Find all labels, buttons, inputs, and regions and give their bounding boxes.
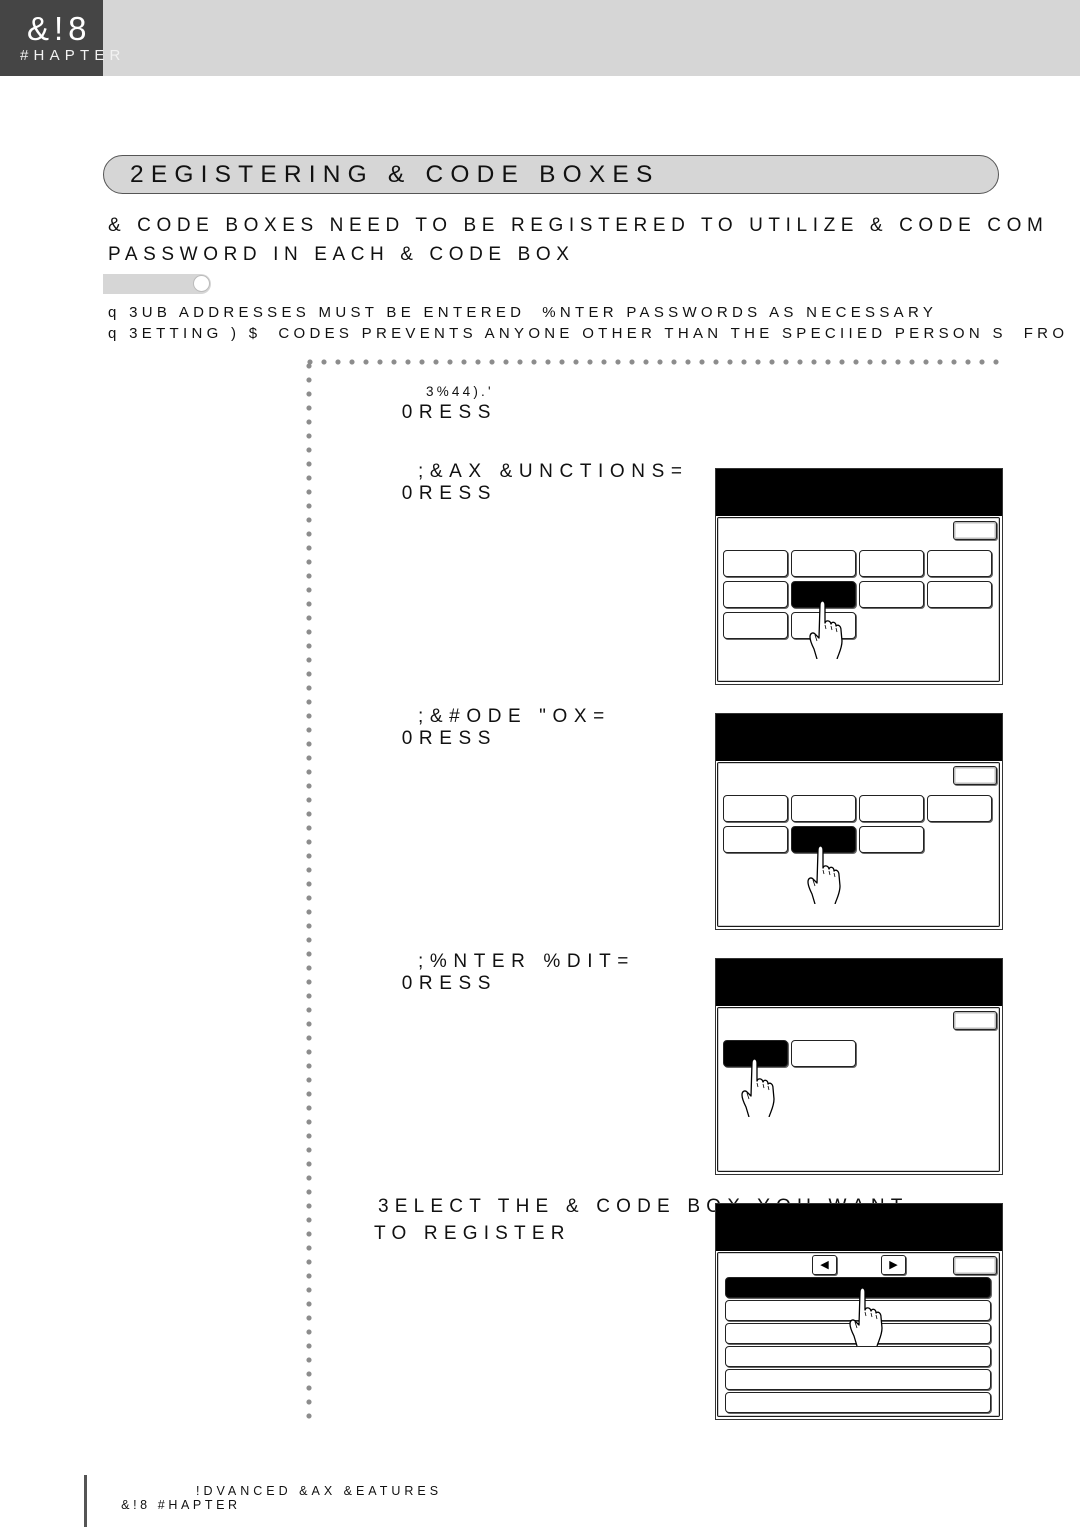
footer-text: &!8 #HAPTER !DVANCED &AX &EATURES — [107, 1484, 438, 1512]
right-arrow-icon: ▶ — [889, 1259, 898, 1271]
screen-corner-button[interactable] — [953, 1011, 997, 1030]
note-item: q 3ETTING ) $ CODES PREVENTS ANYONE OTHE… — [108, 325, 1068, 342]
code-box-list-item[interactable] — [725, 1346, 991, 1367]
pointing-hand-icon — [808, 601, 848, 659]
intro-line-2: PASSWORD IN EACH & CODE BOX — [108, 244, 575, 265]
dotted-divider-vertical — [306, 359, 312, 1425]
step-4-key: ;%NTER %DIT= — [418, 951, 635, 972]
screen-button-r1-c2[interactable] — [791, 795, 856, 822]
screen-button-r3-c1[interactable] — [723, 612, 788, 639]
screen-corner-button[interactable] — [953, 766, 997, 785]
touch-screen-code-box — [715, 713, 1003, 930]
code-box-list-item[interactable] — [725, 1392, 991, 1413]
screen-header — [716, 714, 1002, 761]
section-title: 2EGISTERING & CODE BOXES — [130, 161, 660, 188]
note-text: 3ETTING ) $ CODES PREVENTS ANYONE OTHER … — [129, 325, 1069, 342]
step-2-verb: 0RESS — [401, 483, 498, 504]
touch-screen-fax-functions — [715, 468, 1003, 685]
left-arrow-icon: ◀ — [820, 1259, 829, 1271]
step-5-line-2: TO REGISTER — [374, 1223, 571, 1244]
screen-button-r1-c1[interactable] — [723, 795, 788, 822]
step-1-instruction: 0RESS 3%44).' — [378, 380, 497, 424]
note-tab-knob-icon — [194, 276, 209, 291]
step-4-verb: 0RESS — [401, 973, 498, 994]
step-3-verb: 0RESS — [401, 728, 498, 749]
screen-corner-button[interactable] — [953, 1256, 997, 1275]
screen-button-r1-c2[interactable] — [791, 550, 856, 577]
screen-header — [716, 1204, 1002, 1251]
footer-chapter: &!8 #HAPTER — [121, 1498, 241, 1512]
dotted-divider-horizontal — [303, 359, 1007, 365]
pointing-hand-icon — [740, 1059, 780, 1117]
note-item: q 3UB ADDRESSES MUST BE ENTERED %NTER PA… — [108, 304, 937, 321]
screen-button-r1-c4[interactable] — [927, 550, 992, 577]
chapter-code: &!8 — [27, 10, 92, 47]
screen-header — [716, 469, 1002, 516]
code-box-list-item[interactable] — [725, 1369, 991, 1390]
chapter-header-band — [0, 0, 1080, 76]
bullet-icon: q — [108, 304, 121, 321]
footer-bar — [84, 1475, 87, 1527]
step-3-key: ;&#ODE "OX= — [418, 706, 611, 727]
screen-button-r1-c1[interactable] — [723, 550, 788, 577]
screen-button-r2-c4[interactable] — [927, 581, 992, 608]
pointing-hand-icon — [806, 846, 846, 904]
intro-line-1: & CODE BOXES NEED TO BE REGISTERED TO UT… — [108, 215, 1049, 236]
screen-corner-button[interactable] — [953, 521, 997, 540]
footer-section: !DVANCED &AX &EATURES — [196, 1484, 443, 1498]
screen-button-r1-c3[interactable] — [859, 550, 924, 577]
step-1-verb: 0RESS — [401, 402, 498, 423]
screen-button-r2-c1[interactable] — [723, 581, 788, 608]
screen-header — [716, 959, 1002, 1006]
screen-button-r1-c3[interactable] — [859, 795, 924, 822]
step-4-instruction: 0RESS ;%NTER %DIT= — [378, 951, 629, 995]
screen-button-r1-c2[interactable] — [791, 1040, 856, 1067]
step-3-instruction: 0RESS ;&#ODE "OX= — [378, 706, 605, 750]
screen-button-r2-c3[interactable] — [859, 581, 924, 608]
chapter-label: #HAPTER — [20, 47, 126, 64]
screen-button-grid — [723, 550, 992, 639]
bullet-icon: q — [108, 325, 121, 342]
pointing-hand-icon — [848, 1288, 888, 1346]
step-2-key: ;&AX &UNCTIONS= — [418, 461, 689, 482]
screen-button-r2-c3[interactable] — [859, 826, 924, 853]
screen-button-grid — [723, 795, 992, 853]
step-2-instruction: 0RESS ;&AX &UNCTIONS= — [378, 461, 682, 505]
step-1-key: 3%44).' — [426, 384, 494, 399]
touch-screen-enter-edit — [715, 958, 1003, 1175]
note-tab — [103, 274, 211, 294]
screen-button-r1-c4[interactable] — [927, 795, 992, 822]
screen-button-r2-c1[interactable] — [723, 826, 788, 853]
touch-screen-code-box-list: ◀ ▶ — [715, 1203, 1003, 1420]
previous-page-button[interactable]: ◀ — [812, 1255, 837, 1275]
note-text: 3UB ADDRESSES MUST BE ENTERED %NTER PASS… — [129, 304, 938, 321]
next-page-button[interactable]: ▶ — [881, 1255, 906, 1275]
